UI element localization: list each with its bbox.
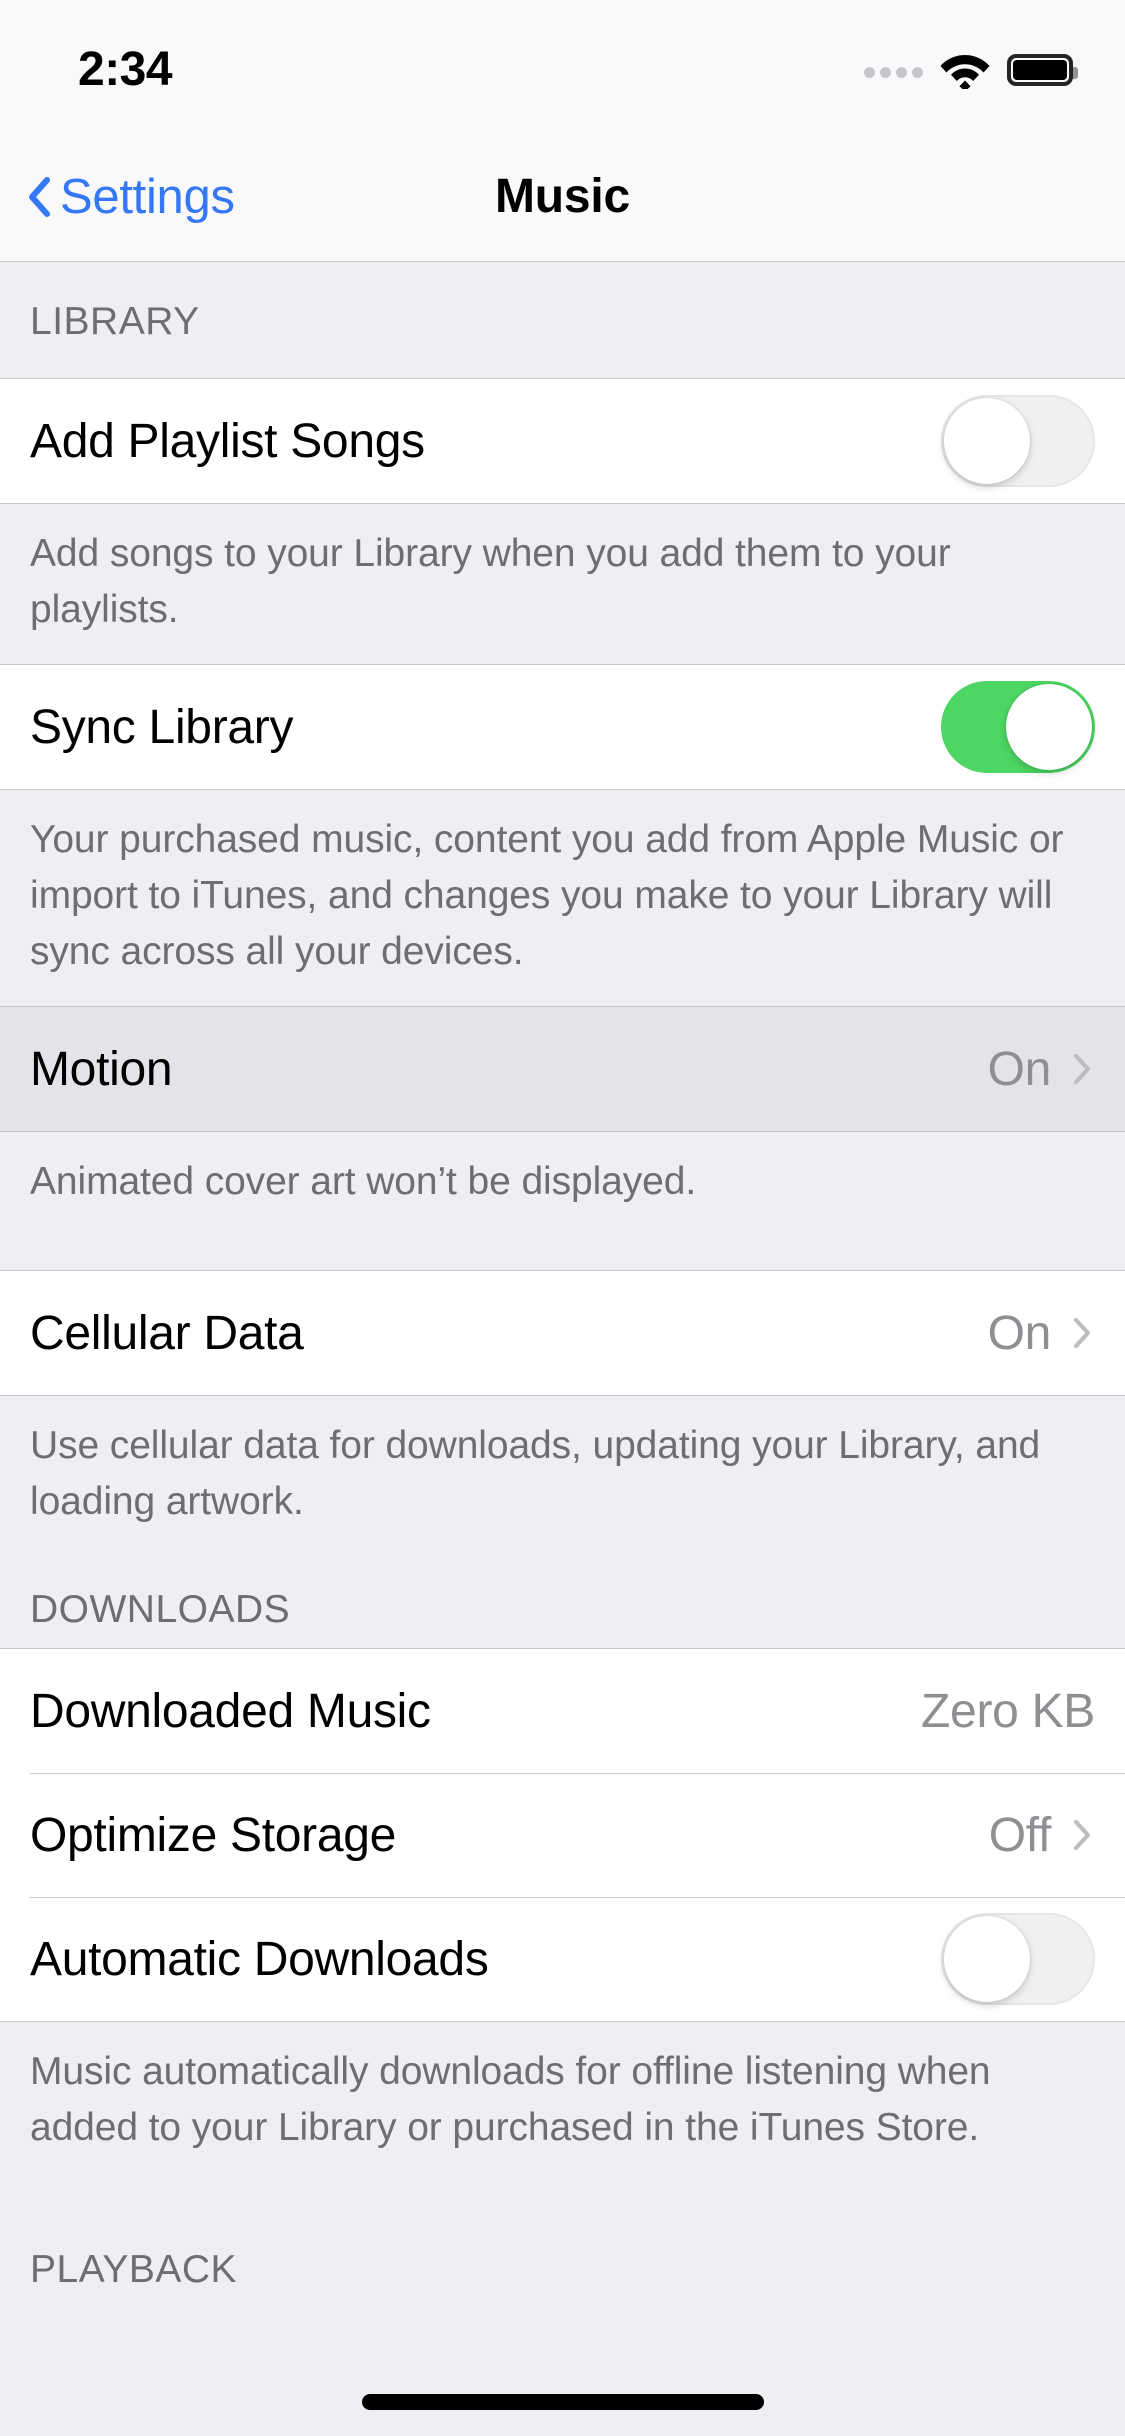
row-value-cellular-data: On <box>987 1306 1052 1360</box>
row-automatic-downloads[interactable]: Automatic Downloads <box>0 1897 1125 2021</box>
wifi-icon <box>940 55 990 89</box>
footer-add-playlist-songs: Add songs to your Library when you add t… <box>30 532 951 631</box>
row-sync-library[interactable]: Sync Library <box>0 665 1125 789</box>
row-label-sync-library: Sync Library <box>30 700 294 754</box>
toggle-knob <box>1006 684 1092 770</box>
chevron-right-icon <box>1074 1318 1090 1348</box>
chevron-right-icon <box>1074 1820 1090 1850</box>
settings-list[interactable]: LIBRARY Add Playlist Songs Add songs to … <box>0 262 1125 2436</box>
row-cellular-data[interactable]: Cellular Data On <box>0 1271 1125 1395</box>
navigation-bar: Settings Music <box>0 132 1125 262</box>
page-title: Music <box>494 170 631 223</box>
row-value-downloaded-music: Zero KB <box>921 1684 1095 1738</box>
status-bar-indicators <box>864 51 1078 89</box>
footer-cellular-data: Use cellular data for downloads, updatin… <box>30 1424 1041 1523</box>
toggle-knob <box>944 398 1030 484</box>
row-label-automatic-downloads: Automatic Downloads <box>30 1932 489 1986</box>
row-label-motion: Motion <box>30 1042 173 1096</box>
group-cellular-data: Cellular Data On <box>0 1270 1125 1396</box>
row-add-playlist-songs[interactable]: Add Playlist Songs <box>0 379 1125 503</box>
status-bar-time: 2:34 <box>78 42 173 96</box>
section-header-library: LIBRARY <box>30 300 200 343</box>
footer-sync-library: Your purchased music, content you add fr… <box>30 818 1064 973</box>
row-label-cellular-data: Cellular Data <box>30 1306 304 1360</box>
battery-full-icon <box>1007 54 1078 86</box>
toggle-add-playlist-songs[interactable] <box>941 395 1095 487</box>
toggle-automatic-downloads[interactable] <box>941 1913 1095 2005</box>
home-indicator[interactable] <box>361 2394 764 2410</box>
row-downloaded-music[interactable]: Downloaded Music Zero KB <box>0 1649 1125 1773</box>
row-label-add-playlist-songs: Add Playlist Songs <box>30 414 425 468</box>
group-sync-library: Sync Library <box>0 664 1125 790</box>
section-header-playback: PLAYBACK <box>30 2248 238 2291</box>
status-bar: 2:34 <box>0 0 1125 132</box>
group-downloads: Downloaded Music Zero KB Optimize Storag… <box>0 1648 1125 2022</box>
signal-dots-icon <box>864 66 923 78</box>
row-label-optimize-storage: Optimize Storage <box>30 1808 397 1862</box>
row-label-downloaded-music: Downloaded Music <box>30 1684 431 1738</box>
chevron-right-icon <box>1074 1054 1090 1084</box>
section-header-downloads: DOWNLOADS <box>30 1588 291 1631</box>
toggle-knob <box>944 1916 1030 2002</box>
footer-automatic-downloads: Music automatically downloads for offlin… <box>30 2050 991 2149</box>
row-motion[interactable]: Motion On <box>0 1007 1125 1131</box>
row-optimize-storage[interactable]: Optimize Storage Off <box>0 1773 1125 1897</box>
footer-motion: Animated cover art won’t be displayed. <box>30 1160 697 1203</box>
group-add-playlist-songs: Add Playlist Songs <box>0 378 1125 504</box>
group-motion: Motion On <box>0 1006 1125 1132</box>
iphone-screen: 2:34 Settings Music LIBRARY Add Playlist… <box>0 0 1125 2436</box>
row-value-optimize-storage: Off <box>988 1808 1052 1862</box>
toggle-sync-library[interactable] <box>941 681 1095 773</box>
row-value-motion: On <box>987 1042 1052 1096</box>
